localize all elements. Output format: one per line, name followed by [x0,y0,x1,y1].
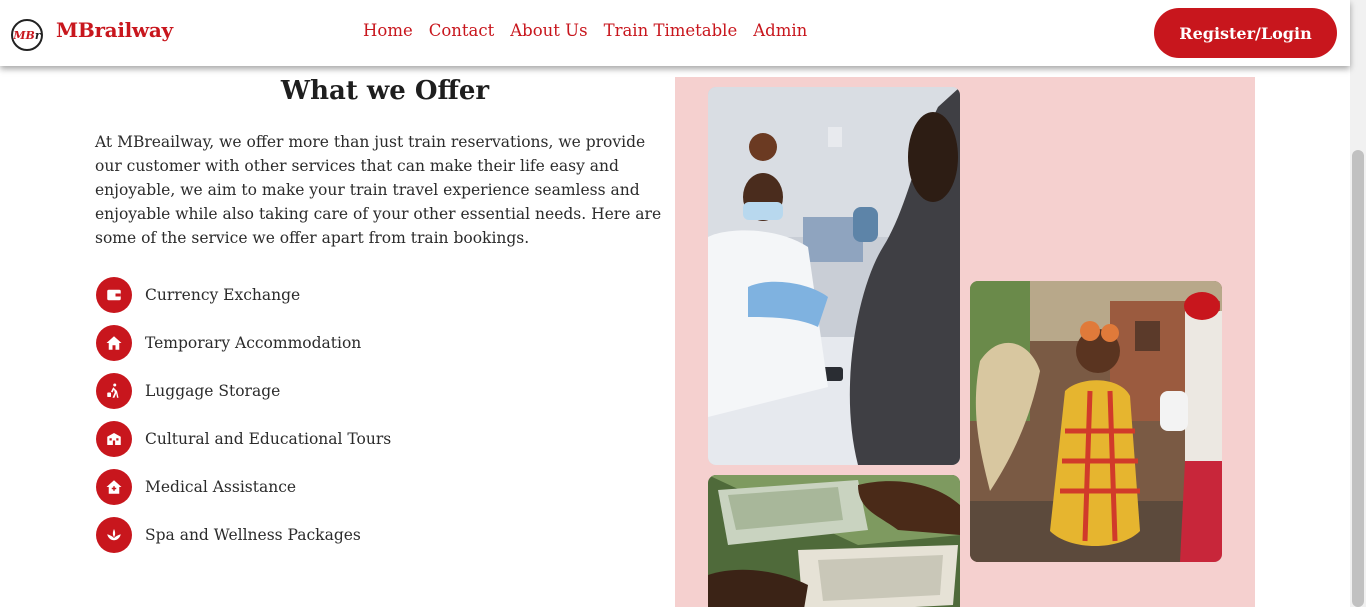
intro-paragraph: At MBreailway, we offer more than just t… [95,133,662,247]
currency-exchange-photo [708,475,960,607]
site-header: MB r MBrailway Home Contact About Us Trai… [0,0,1350,66]
section-title: What we Offer [280,76,490,106]
register-login-button[interactable]: Register/Login [1154,8,1337,58]
service-cultural-tours: Cultural and Educational Tours [96,415,391,463]
doctor-patient-photo [708,87,960,465]
nav-train-timetable[interactable]: Train Timetable [604,21,738,40]
building-icon [96,421,132,457]
lotus-icon [96,517,132,553]
services-list: Currency Exchange Temporary Accommodatio… [96,271,391,559]
brand-name[interactable]: MBrailway [56,18,173,42]
service-currency-exchange: Currency Exchange [96,271,391,319]
service-spa-wellness: Spa and Wellness Packages [96,511,391,559]
scrollbar-thumb[interactable] [1352,150,1364,607]
main-nav: Home Contact About Us Train Timetable Ad… [363,21,807,40]
luggage-icon [96,373,132,409]
service-medical-assistance: Medical Assistance [96,463,391,511]
wallet-icon [96,277,132,313]
nav-admin[interactable]: Admin [753,21,807,40]
page-scrollbar[interactable] [1350,0,1366,607]
cultural-dancer-photo [970,281,1222,562]
nav-about-us[interactable]: About Us [510,21,587,40]
service-temporary-accommodation: Temporary Accommodation [96,319,391,367]
home-icon [96,325,132,361]
logo-icon[interactable]: MB r [11,19,43,51]
nav-home[interactable]: Home [363,21,413,40]
service-luggage-storage: Luggage Storage [96,367,391,415]
medical-house-icon [96,469,132,505]
nav-contact[interactable]: Contact [429,21,495,40]
